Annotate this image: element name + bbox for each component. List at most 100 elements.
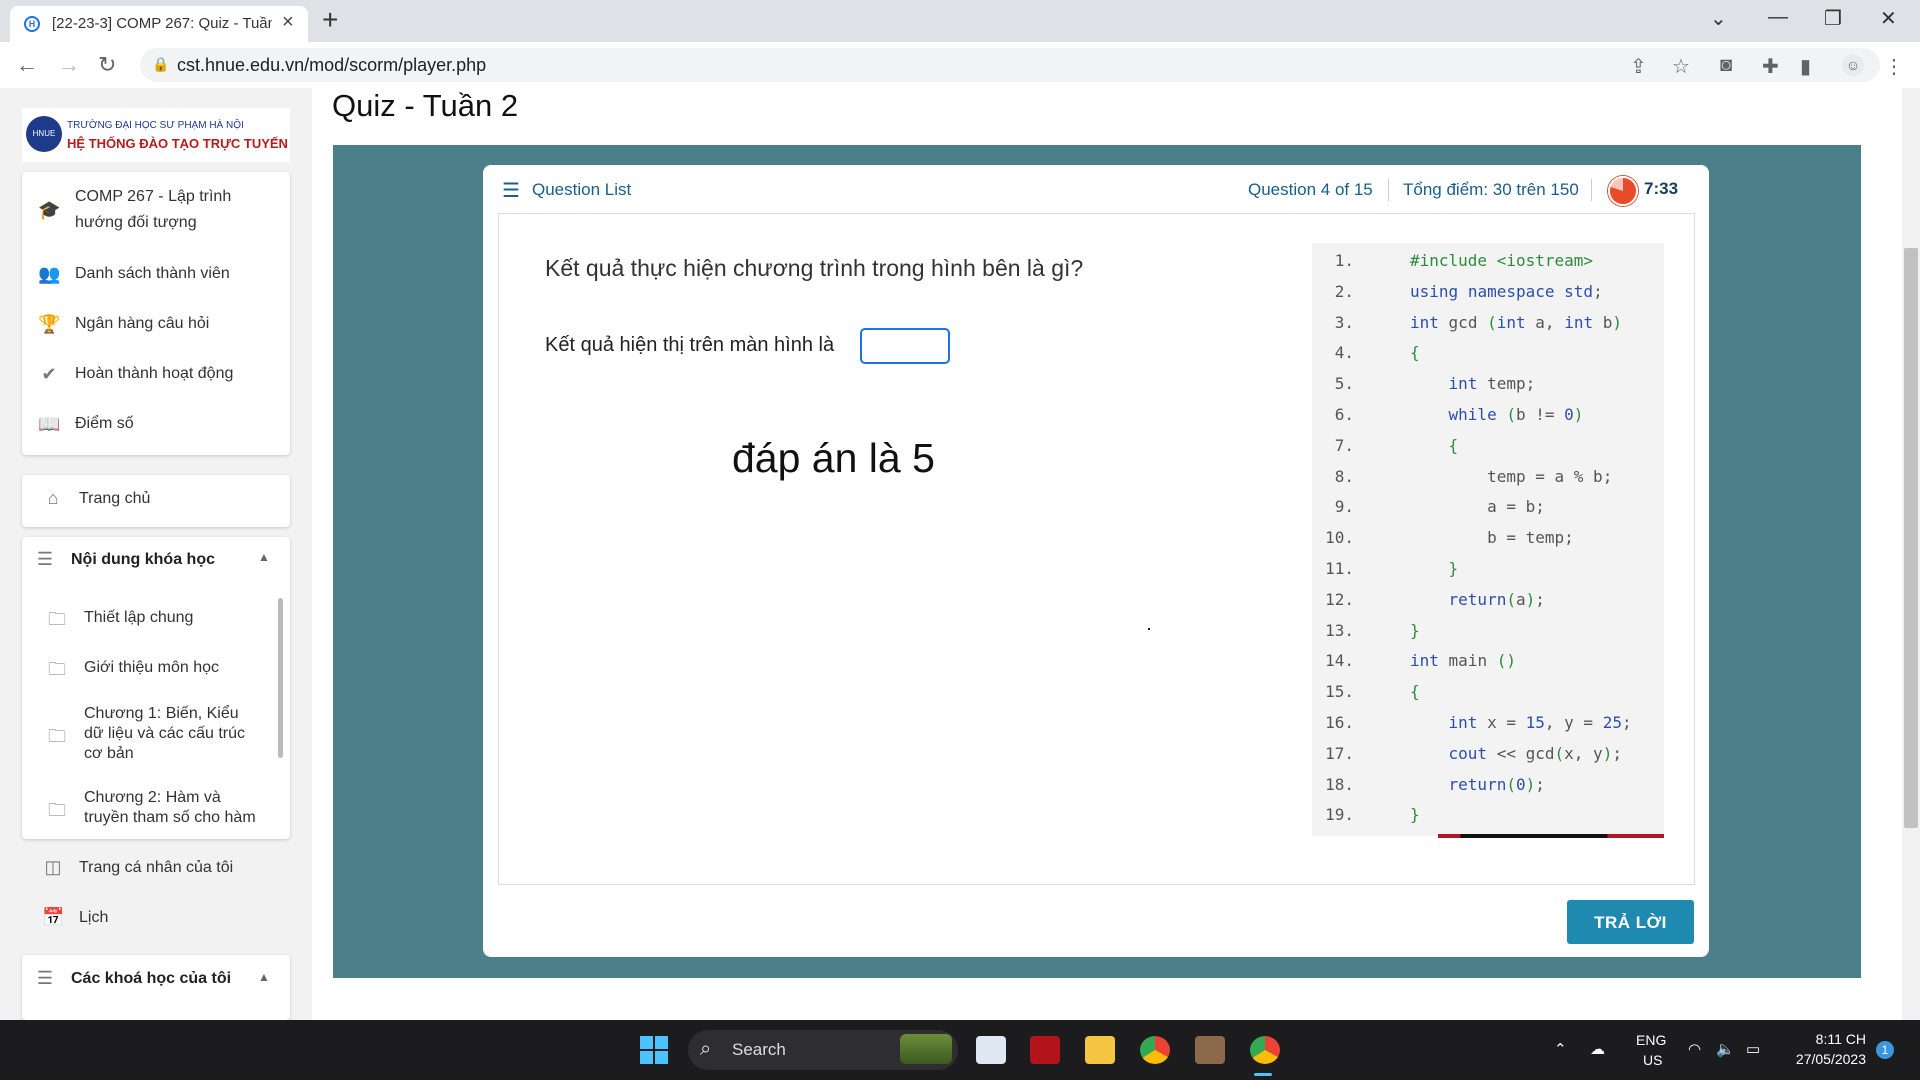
code-line: using namespace std; xyxy=(1410,281,1603,301)
language-indicator-line2[interactable]: US xyxy=(1643,1052,1662,1068)
lock-icon[interactable]: 🔒 xyxy=(152,56,169,73)
code-line: cout << gcd(x, y); xyxy=(1448,743,1622,763)
battery-icon[interactable]: ▭ xyxy=(1746,1040,1760,1058)
tab-search-icon[interactable]: ⌄ xyxy=(1710,6,1727,31)
sidebar-item-home[interactable]: Trang chủ xyxy=(79,486,150,512)
windows-start-icon[interactable] xyxy=(640,1036,668,1064)
clock-date[interactable]: 27/05/2023 xyxy=(1786,1051,1866,1067)
question-list-button[interactable]: Question List xyxy=(532,180,631,200)
graduation-cap-icon: 🎓 xyxy=(38,200,61,220)
code-line: b = temp; xyxy=(1487,528,1574,548)
back-icon[interactable]: ← xyxy=(16,52,38,78)
course-menu-item-participants[interactable]: Danh sách thành viên xyxy=(75,261,230,287)
answer-note-text: đáp án là 5 xyxy=(732,435,935,481)
minimize-icon[interactable]: — xyxy=(1768,6,1788,29)
course-name-line1: COMP 267 - Lập trình xyxy=(75,188,232,205)
code-line: int main () xyxy=(1410,651,1516,671)
sidebar-item-my-page[interactable]: Trang cá nhân của tôi xyxy=(79,855,233,881)
browser-tab[interactable]: H [22-23-3] COMP 267: Quiz - Tuần × xyxy=(10,6,308,42)
code-line-number: 2. xyxy=(1334,281,1354,301)
course-content-header[interactable]: Nội dung khóa học xyxy=(71,547,215,573)
course-menu-item-question-bank[interactable]: Ngân hàng câu hỏi xyxy=(75,311,209,337)
code-line: a = b; xyxy=(1487,497,1545,517)
answer-prompt: Kết quả hiện thị trên màn hình là xyxy=(545,334,835,356)
folder-icon: 🗀 xyxy=(48,609,66,629)
timer-icon xyxy=(1608,176,1638,206)
file-explorer-icon[interactable] xyxy=(1085,1036,1115,1064)
code-line: return(a); xyxy=(1448,589,1545,609)
home-icon: ⌂ xyxy=(47,488,59,508)
sidebar-scrollbar[interactable] xyxy=(278,598,283,758)
code-image-bottom-bar xyxy=(1438,834,1664,838)
code-line: { xyxy=(1448,435,1459,455)
camera-icon[interactable]: ◙ xyxy=(1720,54,1732,77)
logo-university-name: TRƯỜNG ĐẠI HỌC SƯ PHẠM HÀ NỘI xyxy=(67,120,244,131)
course-section-chapter-2[interactable]: Chương 2: Hàm và truyền tham số cho hàm xyxy=(84,788,274,828)
tab-title: [22-23-3] COMP 267: Quiz - Tuần xyxy=(52,15,272,32)
question-list-icon[interactable]: ☰ xyxy=(502,178,520,203)
menu-dots-icon[interactable]: ⋮ xyxy=(1884,54,1904,79)
course-menu-item-completion[interactable]: Hoàn thành hoạt động xyxy=(75,361,233,387)
search-highlight-image xyxy=(900,1034,952,1064)
onedrive-icon[interactable]: ☁ xyxy=(1590,1040,1605,1058)
volume-icon[interactable]: 🔈 xyxy=(1716,1040,1735,1058)
app-icon[interactable] xyxy=(1030,1036,1060,1064)
code-line: { xyxy=(1410,343,1420,363)
new-tab-icon[interactable]: + xyxy=(322,4,338,36)
resource-monitor-app-icon[interactable] xyxy=(976,1036,1006,1064)
course-section-intro[interactable]: Giới thiệu môn học xyxy=(84,658,274,678)
code-line-number: 4. xyxy=(1334,343,1354,363)
code-line-number: 16. xyxy=(1325,713,1354,732)
page-scrollbar-thumb[interactable] xyxy=(1904,248,1918,828)
code-line: #include <iostream> xyxy=(1410,251,1594,270)
chrome-icon[interactable] xyxy=(1140,1036,1170,1064)
submit-answer-button[interactable]: TRẢ LỜI xyxy=(1567,900,1694,944)
side-panel-icon[interactable]: ▮ xyxy=(1800,54,1811,79)
calendar-icon: 📅 xyxy=(42,907,65,927)
code-line-number: 1. xyxy=(1334,251,1354,270)
code-line-number: 17. xyxy=(1325,743,1354,763)
close-window-icon[interactable]: ✕ xyxy=(1880,6,1897,31)
share-icon[interactable]: ⇪ xyxy=(1630,54,1647,79)
code-line-number: 19. xyxy=(1325,805,1354,825)
code-line-number: 14. xyxy=(1325,651,1354,671)
bookmark-star-icon[interactable]: ☆ xyxy=(1672,54,1690,79)
answer-input[interactable] xyxy=(860,328,950,364)
university-logo-icon: HNUE xyxy=(26,116,62,152)
code-line-number: 9. xyxy=(1334,497,1354,517)
notification-badge[interactable]: 1 xyxy=(1876,1041,1894,1059)
profile-avatar-icon[interactable]: ☺ xyxy=(1842,54,1864,76)
chrome-profile-icon[interactable] xyxy=(1250,1036,1280,1064)
site-logo[interactable] xyxy=(22,108,290,162)
logo-system-name: HỆ THỐNG ĐÀO TẠO TRỰC TUYẾN xyxy=(67,136,288,151)
code-line-number: 6. xyxy=(1334,405,1354,424)
show-hidden-icons-icon[interactable]: ⌃ xyxy=(1554,1040,1567,1058)
code-line: temp = a % b; xyxy=(1487,466,1613,486)
app-icon[interactable] xyxy=(1195,1036,1225,1064)
course-menu-item-course[interactable]: COMP 267 - Lập trình hướng đối tượng xyxy=(75,184,231,236)
forward-icon[interactable]: → xyxy=(58,52,80,78)
sidebar-item-calendar[interactable]: Lịch xyxy=(79,905,108,931)
chapter-2-line1: Chương 2: Hàm và xyxy=(84,789,221,806)
code-line-number: 15. xyxy=(1325,682,1354,702)
collapse-icon[interactable]: ▲ xyxy=(258,550,270,564)
course-menu-item-grades[interactable]: Điểm số xyxy=(75,411,134,437)
wifi-icon[interactable]: ◠ xyxy=(1688,1040,1701,1058)
course-section-general[interactable]: Thiết lập chung xyxy=(84,608,274,628)
restore-icon[interactable]: ❐ xyxy=(1824,6,1842,31)
active-app-indicator xyxy=(1254,1073,1272,1076)
extensions-icon[interactable]: ✚ xyxy=(1762,54,1779,79)
course-section-chapter-1[interactable]: Chương 1: Biến, Kiểu dữ liệu và các cấu … xyxy=(84,704,274,764)
clock-time[interactable]: 8:11 CH xyxy=(1810,1031,1866,1047)
reload-icon[interactable]: ↻ xyxy=(98,52,116,78)
code-line: } xyxy=(1410,620,1420,640)
code-line-number: 7. xyxy=(1334,435,1354,455)
my-courses-header[interactable]: Các khoá học của tôi xyxy=(71,966,231,992)
folder-icon: 🗀 xyxy=(48,726,66,746)
chapter-1-line1: Chương 1: Biến, Kiểu xyxy=(84,705,239,722)
url-text[interactable]: cst.hnue.edu.vn/mod/scorm/player.php xyxy=(177,55,486,76)
collapse-icon[interactable]: ▲ xyxy=(258,970,270,984)
language-indicator-line1[interactable]: ENG xyxy=(1636,1032,1666,1048)
tab-close-icon[interactable]: × xyxy=(282,11,294,34)
total-score: Tổng điểm: 30 trên 150 xyxy=(1403,180,1579,199)
